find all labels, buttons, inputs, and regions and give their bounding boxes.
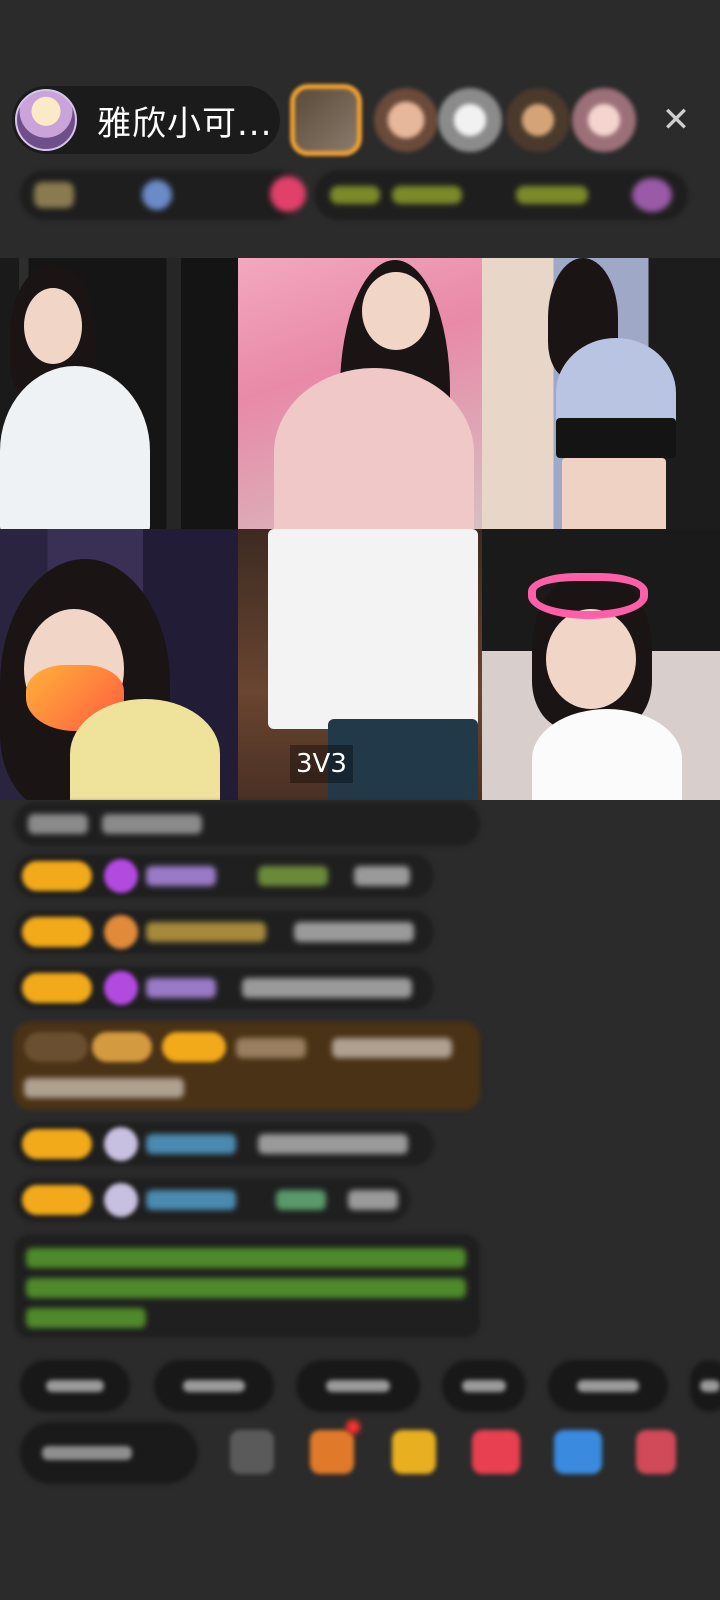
quick-reply-button[interactable] — [690, 1360, 720, 1412]
share-icon[interactable] — [554, 1430, 602, 1474]
video-tile[interactable] — [238, 258, 482, 529]
bottom-toolbar — [0, 1420, 720, 1486]
fan-badge-icon — [104, 1183, 138, 1217]
notice-text — [516, 186, 588, 204]
viewer-avatar[interactable] — [438, 88, 502, 152]
follow-button[interactable] — [270, 176, 306, 212]
video-tile[interactable] — [482, 258, 720, 529]
quick-reply-row — [0, 1360, 720, 1412]
room-info-bar — [20, 170, 688, 220]
more-icon[interactable] — [230, 1430, 274, 1474]
notice-text — [392, 186, 462, 204]
fans-icon — [142, 180, 172, 210]
level-badge — [22, 1129, 92, 1159]
notification-dot — [346, 1420, 360, 1434]
gift-box-icon[interactable] — [392, 1430, 436, 1474]
battle-mode-label: 3V3 — [290, 745, 353, 783]
video-tile[interactable]: 3V3 — [238, 529, 482, 800]
comment-input[interactable] — [20, 1422, 198, 1484]
level-badge — [22, 1185, 92, 1215]
level-badge — [22, 861, 92, 891]
host-avatar[interactable] — [15, 89, 77, 151]
host-info-pill[interactable]: 雅欣小可... — [12, 86, 280, 154]
fan-badge-icon — [104, 971, 138, 1005]
quick-reply-button[interactable] — [548, 1360, 668, 1412]
video-tile[interactable] — [0, 258, 238, 529]
video-tile[interactable] — [0, 529, 238, 800]
video-grid: 3V3 — [0, 258, 720, 800]
close-icon[interactable]: ✕ — [656, 100, 696, 140]
level-badge — [22, 973, 92, 1003]
quick-reply-button[interactable] — [20, 1360, 130, 1412]
viewer-avatar[interactable] — [572, 88, 636, 152]
host-name: 雅欣小可... — [97, 103, 273, 144]
viewer-avatar[interactable] — [506, 88, 570, 152]
level-badge — [22, 917, 92, 947]
quick-reply-button[interactable] — [442, 1360, 526, 1412]
quick-reply-button[interactable] — [296, 1360, 420, 1412]
gift-icon[interactable] — [636, 1430, 676, 1474]
top-viewer-avatar[interactable] — [290, 84, 362, 156]
notice-text — [330, 186, 380, 204]
gift-icon[interactable] — [632, 178, 672, 212]
fan-badge-icon — [104, 1127, 138, 1161]
viewer-avatar[interactable] — [374, 88, 438, 152]
video-tile[interactable] — [482, 529, 720, 800]
rank-icon — [34, 182, 74, 208]
fan-badge-icon — [104, 915, 138, 949]
game-icon[interactable] — [310, 1430, 354, 1474]
fan-badge-icon — [104, 859, 138, 893]
quick-reply-button[interactable] — [154, 1360, 274, 1412]
red-packet-icon[interactable] — [472, 1430, 520, 1474]
